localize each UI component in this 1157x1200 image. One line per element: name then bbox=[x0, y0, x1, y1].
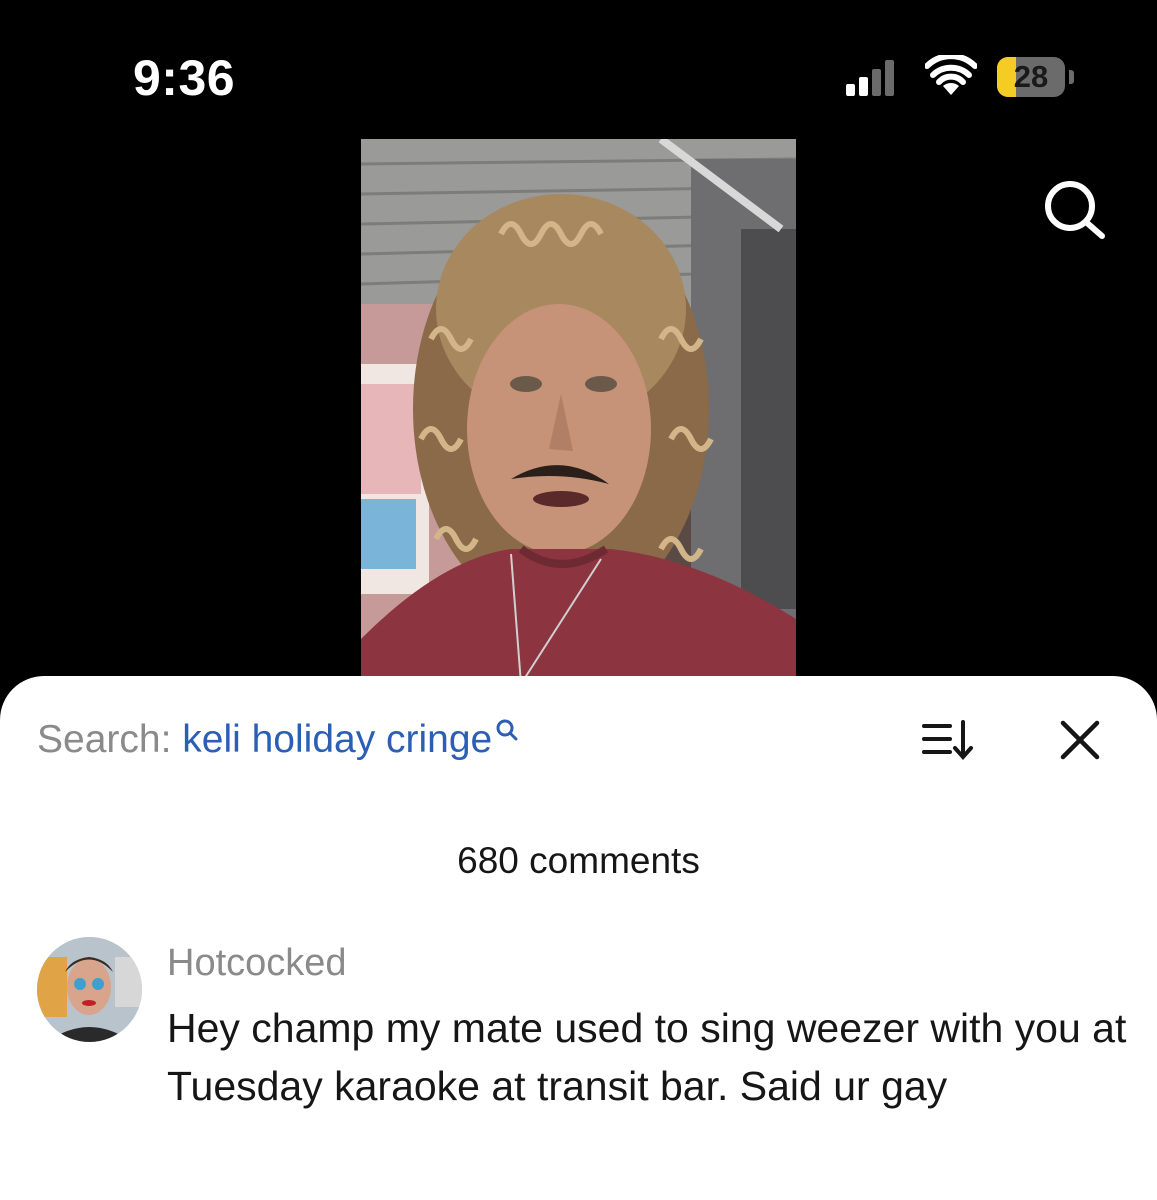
related-search-query[interactable]: keli holiday cringe bbox=[182, 718, 492, 761]
close-icon[interactable] bbox=[1058, 718, 1102, 762]
related-search-label: Search: bbox=[37, 718, 172, 761]
video-player[interactable] bbox=[361, 139, 796, 684]
avatar-image bbox=[37, 937, 142, 1042]
battery-icon: 28 bbox=[997, 57, 1065, 97]
sort-icon[interactable] bbox=[920, 718, 976, 762]
avatar[interactable] bbox=[37, 937, 142, 1042]
status-time: 9:36 bbox=[133, 50, 236, 106]
comment-username[interactable]: Hotcocked bbox=[167, 938, 347, 988]
search-icon bbox=[496, 719, 518, 741]
wifi-icon bbox=[925, 55, 977, 95]
comment-count: 680 comments bbox=[457, 840, 700, 881]
related-search[interactable]: Search: keli holiday cringe bbox=[37, 712, 520, 768]
cellular-signal-icon bbox=[846, 58, 906, 96]
search-icon[interactable] bbox=[1040, 178, 1108, 242]
battery-cap bbox=[1069, 70, 1074, 84]
video-frame-image bbox=[361, 139, 796, 684]
app-screen: 9:36 28 Search: keli holiday cringe 680 … bbox=[0, 0, 1157, 1200]
battery-percent: 28 bbox=[1013, 59, 1049, 94]
comment-text: Hey champ my mate used to sing weezer wi… bbox=[167, 1005, 1127, 1109]
